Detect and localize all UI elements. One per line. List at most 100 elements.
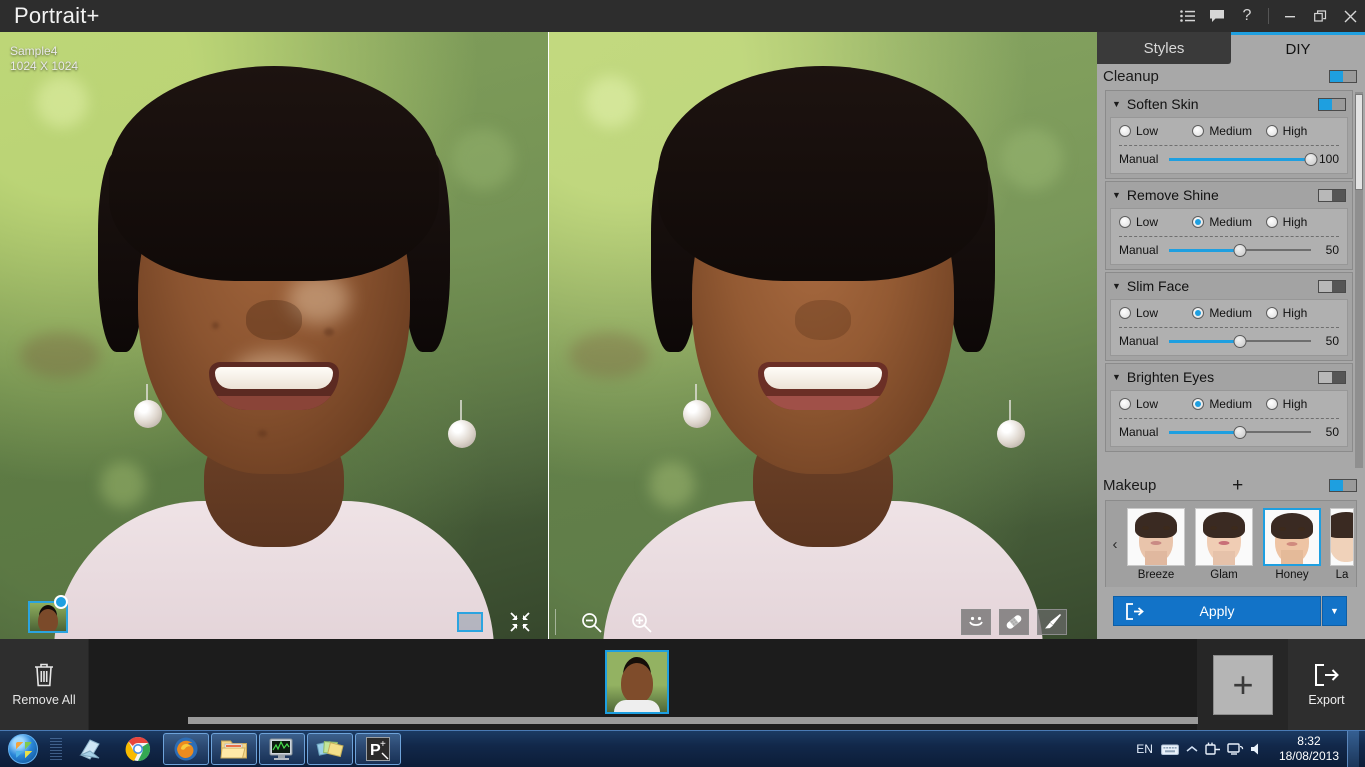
- chevron-down-icon[interactable]: ▼: [1112, 99, 1121, 109]
- soften-skin-low[interactable]: Low: [1119, 124, 1192, 138]
- list-item[interactable]: [605, 650, 669, 714]
- zoom-in-icon[interactable]: [626, 607, 656, 637]
- tab-diy[interactable]: DIY: [1231, 32, 1365, 64]
- presets-prev-icon[interactable]: ‹: [1108, 536, 1122, 553]
- remove-shine-medium[interactable]: Medium: [1192, 215, 1265, 229]
- show-hidden-icons-icon[interactable]: [1181, 745, 1203, 753]
- slim-face-low[interactable]: Low: [1119, 306, 1192, 320]
- toolbar-divider: [555, 609, 556, 635]
- radio-label: Low: [1136, 306, 1159, 320]
- taskbar-chrome[interactable]: [115, 733, 161, 765]
- soften-skin-high[interactable]: High: [1265, 124, 1339, 138]
- makeup-toggle[interactable]: [1328, 478, 1357, 492]
- preset-label: Honey: [1275, 568, 1309, 581]
- brighten-eyes-medium[interactable]: Medium: [1192, 397, 1265, 411]
- remove-shine-low[interactable]: Low: [1119, 215, 1192, 229]
- preset-honey[interactable]: Honey: [1261, 507, 1323, 581]
- feedback-icon[interactable]: [1202, 0, 1232, 32]
- add-image-button[interactable]: +: [1198, 639, 1288, 730]
- preset-glam[interactable]: Glam: [1193, 507, 1255, 581]
- radio-label: Medium: [1209, 397, 1252, 411]
- add-makeup-icon[interactable]: +: [1232, 476, 1243, 495]
- taskbar-portrait-plus[interactable]: P +: [355, 733, 401, 765]
- brighten-eyes-manual-row: Manual 50: [1119, 425, 1339, 439]
- export-button[interactable]: Export: [1288, 639, 1365, 730]
- minimize-icon[interactable]: [1275, 0, 1305, 32]
- taskbar-explorer[interactable]: [211, 733, 257, 765]
- soften-skin-medium[interactable]: Medium: [1192, 124, 1265, 138]
- taskbar-notepad[interactable]: [67, 733, 113, 765]
- remove-shine-toggle[interactable]: [1318, 188, 1346, 202]
- brighten-eyes-slider[interactable]: [1169, 425, 1311, 439]
- export-label: Export: [1308, 692, 1345, 707]
- brighten-eyes-toggle[interactable]: [1318, 370, 1346, 384]
- network-icon[interactable]: [1225, 741, 1247, 757]
- preset-breeze[interactable]: Breeze: [1125, 507, 1187, 581]
- chevron-down-icon[interactable]: ▼: [1112, 281, 1121, 291]
- clock[interactable]: 8:32 18/08/2013: [1279, 734, 1339, 764]
- remove-shine-title: Remove Shine: [1126, 187, 1219, 203]
- divider: [1119, 327, 1339, 328]
- split-view-icon[interactable]: [455, 607, 485, 637]
- volume-icon[interactable]: [1247, 742, 1269, 756]
- radio-label: Medium: [1209, 215, 1252, 229]
- zoom-out-icon[interactable]: [576, 607, 606, 637]
- scrollbar-thumb[interactable]: [1355, 94, 1363, 190]
- close-icon[interactable]: [1335, 0, 1365, 32]
- viewer-edit-tools: [961, 609, 1067, 635]
- soften-skin-toggle[interactable]: [1318, 97, 1346, 111]
- chevron-down-icon[interactable]: ▼: [1112, 190, 1121, 200]
- apply-label: Apply: [1199, 603, 1235, 619]
- clock-date: 18/08/2013: [1278, 749, 1339, 763]
- brush-icon[interactable]: [1037, 609, 1067, 635]
- brighten-eyes-low[interactable]: Low: [1119, 397, 1192, 411]
- help-icon[interactable]: ?: [1232, 0, 1262, 32]
- keyboard-icon[interactable]: [1159, 743, 1181, 756]
- soften-skin-header[interactable]: ▼ Soften Skin: [1106, 91, 1352, 117]
- panel-scrollbar[interactable]: [1355, 92, 1363, 468]
- preset-la[interactable]: La: [1329, 507, 1355, 581]
- system-tray: EN 8:32 18/08/2013: [1130, 730, 1365, 767]
- section-remove-shine: ▼ Remove Shine Low Medium High Manual 50: [1105, 181, 1353, 270]
- original-photo: Sample4 1024 X 1024: [0, 32, 548, 639]
- remove-shine-header[interactable]: ▼ Remove Shine: [1106, 182, 1352, 208]
- filmstrip-track[interactable]: [89, 639, 1276, 730]
- scrollbar-thumb[interactable]: [188, 717, 1198, 724]
- divider: [1119, 145, 1339, 146]
- brighten-eyes-high[interactable]: High: [1265, 397, 1339, 411]
- slim-face-toggle[interactable]: [1318, 279, 1346, 293]
- cleanup-toggle[interactable]: [1329, 69, 1357, 83]
- remove-all-button[interactable]: Remove All: [0, 639, 88, 730]
- list-icon[interactable]: [1172, 0, 1202, 32]
- slim-face-slider[interactable]: [1169, 334, 1311, 348]
- manual-label: Manual: [1119, 243, 1159, 257]
- remove-shine-high[interactable]: High: [1265, 215, 1339, 229]
- show-desktop-button[interactable]: [1347, 730, 1359, 767]
- brighten-eyes-header[interactable]: ▼ Brighten Eyes: [1106, 364, 1352, 390]
- face-detect-icon[interactable]: [961, 609, 991, 635]
- language-indicator[interactable]: EN: [1136, 742, 1153, 756]
- power-icon[interactable]: [1203, 741, 1225, 757]
- tab-styles[interactable]: Styles: [1097, 32, 1231, 64]
- slim-face-high[interactable]: High: [1265, 306, 1339, 320]
- remove-shine-slider[interactable]: [1169, 243, 1311, 257]
- taskbar-task-manager[interactable]: [259, 733, 305, 765]
- taskbar-photos[interactable]: [307, 733, 353, 765]
- slim-face-medium[interactable]: Medium: [1192, 306, 1265, 320]
- slim-face-header[interactable]: ▼ Slim Face: [1106, 273, 1352, 299]
- slim-face-manual-row: Manual 50: [1119, 334, 1339, 348]
- apply-dropdown-icon[interactable]: ▼: [1322, 596, 1347, 626]
- soften-skin-slider[interactable]: [1169, 152, 1318, 166]
- taskbar-firefox[interactable]: [163, 733, 209, 765]
- filmstrip-scrollbar[interactable]: [188, 717, 1276, 724]
- restore-icon[interactable]: [1305, 0, 1335, 32]
- image-viewer[interactable]: Sample4 1024 X 1024: [0, 32, 1097, 639]
- blemish-remover-icon[interactable]: [999, 609, 1029, 635]
- chevron-down-icon[interactable]: ▼: [1112, 372, 1121, 382]
- controls-divider: [1268, 8, 1269, 24]
- start-button[interactable]: [0, 732, 46, 767]
- apply-button[interactable]: Apply: [1113, 596, 1321, 626]
- fit-screen-icon[interactable]: [505, 607, 535, 637]
- radio-label: High: [1282, 306, 1308, 320]
- windows-logo-icon: [8, 734, 38, 764]
